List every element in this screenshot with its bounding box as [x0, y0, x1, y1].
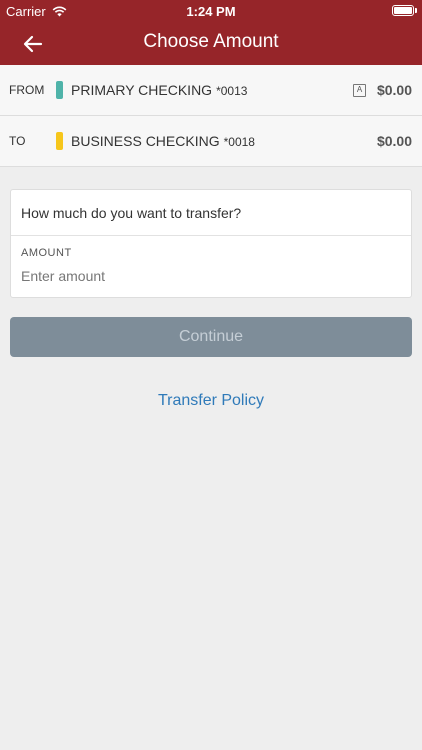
from-account-name: PRIMARY CHECKING — [71, 82, 213, 98]
transfer-policy-link[interactable]: Transfer Policy — [0, 392, 422, 410]
to-account-name: BUSINESS CHECKING — [71, 133, 220, 149]
amount-label: AMOUNT — [21, 247, 72, 259]
status-bar: Carrier 1:24 PM — [0, 0, 422, 22]
to-account-balance: $0.00 — [376, 133, 412, 149]
amount-input[interactable] — [21, 268, 391, 284]
amount-field[interactable]: AMOUNT — [11, 236, 411, 297]
from-account-balance: $0.00 — [376, 82, 412, 98]
account-badge-icon: A — [353, 83, 366, 97]
battery-level — [394, 7, 412, 14]
to-account-name-group: BUSINESS CHECKING *0018 — [71, 133, 255, 149]
nav-bar: Choose Amount — [0, 22, 422, 65]
to-account-color-swatch — [56, 132, 63, 150]
from-account-number: *0013 — [216, 84, 248, 98]
continue-button[interactable]: Continue — [10, 317, 412, 357]
from-label: FROM — [9, 83, 45, 97]
from-account-name-group: PRIMARY CHECKING *0013 — [71, 82, 247, 98]
page-title: Choose Amount — [143, 31, 279, 52]
to-account-row[interactable]: TO BUSINESS CHECKING *0018 $0.00 — [0, 115, 422, 166]
app-header: Carrier 1:24 PM Choose Amount — [0, 0, 422, 65]
account-selection: FROM PRIMARY CHECKING *0013 A $0.00 TO BU… — [0, 65, 422, 167]
to-label: TO — [9, 134, 26, 148]
amount-card: How much do you want to transfer? AMOUNT — [10, 189, 412, 298]
from-account-color-swatch — [56, 81, 63, 99]
battery-icon — [392, 5, 414, 16]
to-account-number: *0018 — [223, 135, 255, 149]
status-time: 1:24 PM — [186, 4, 236, 19]
transfer-question: How much do you want to transfer? — [11, 190, 411, 236]
battery-tip — [415, 8, 417, 13]
from-account-row[interactable]: FROM PRIMARY CHECKING *0013 A $0.00 — [0, 65, 422, 115]
